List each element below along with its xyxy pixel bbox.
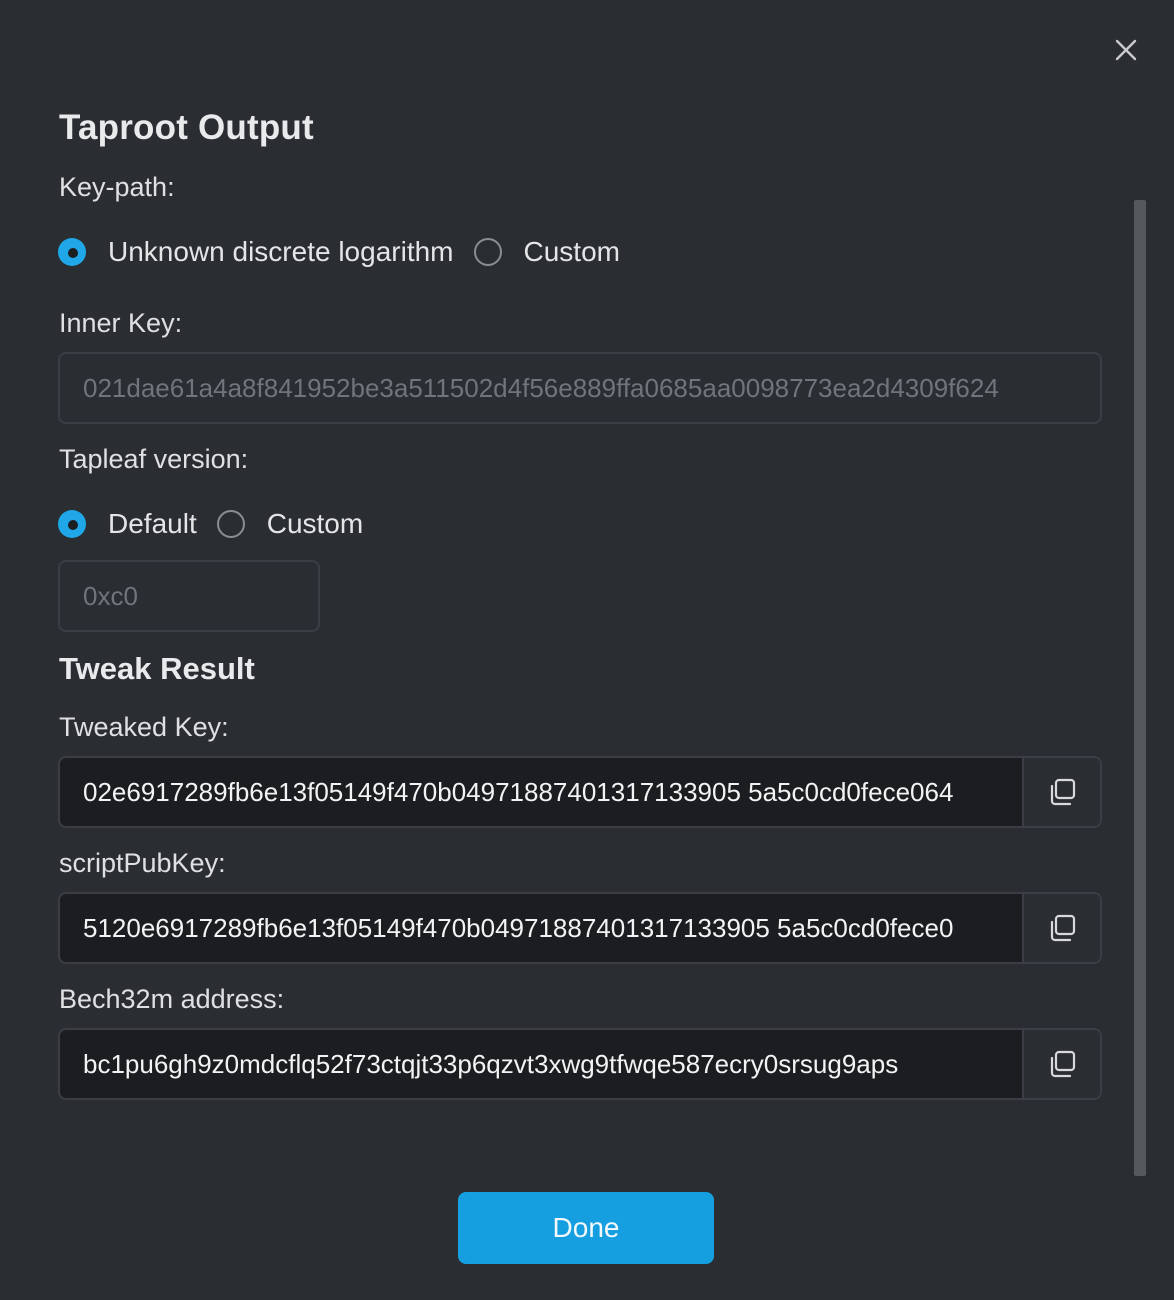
- bech32m-address-value[interactable]: bc1pu6gh9z0mdcflq52f73ctqjt33p6qzvt3xwg9…: [60, 1030, 1022, 1098]
- close-button[interactable]: [1110, 34, 1142, 66]
- copy-icon: [1050, 914, 1076, 942]
- radio-tapleaf-custom[interactable]: Custom: [216, 508, 364, 540]
- inner-key-value: 021dae61a4a8f841952be3a511502d4f56e889ff…: [83, 372, 999, 403]
- key-path-label: Key-path:: [59, 172, 175, 202]
- tapleaf-version-value: 0xc0: [83, 580, 138, 611]
- radio-unchecked-icon: [216, 510, 245, 538]
- radio-unknown-discrete-logarithm[interactable]: Unknown discrete logarithm: [58, 236, 454, 268]
- inner-key-label: Inner Key:: [59, 308, 183, 338]
- copy-tweaked-key-button[interactable]: [1022, 758, 1100, 826]
- radio-checked-icon: [58, 238, 86, 266]
- radio-label: Unknown discrete logarithm: [108, 236, 454, 267]
- tweak-result-title: Tweak Result: [59, 651, 255, 686]
- radio-label: Custom: [523, 236, 620, 267]
- bech32m-address-label: Bech32m address:: [59, 984, 285, 1014]
- script-pub-key-value[interactable]: 5120e6917289fb6e13f05149f470b04971887401…: [60, 894, 1022, 962]
- copy-icon: [1050, 778, 1076, 806]
- key-path-radio-group: Unknown discrete logarithm Custom: [58, 235, 640, 269]
- tweaked-key-field: 02e6917289fb6e13f05149f470b0497188740131…: [58, 756, 1102, 828]
- radio-key-path-custom[interactable]: Custom: [473, 236, 620, 268]
- copy-bech32m-address-button[interactable]: [1022, 1030, 1100, 1098]
- close-icon: [1115, 39, 1137, 61]
- radio-tapleaf-default[interactable]: Default: [58, 508, 197, 540]
- radio-checked-icon: [58, 510, 86, 538]
- script-pub-key-field: 5120e6917289fb6e13f05149f470b04971887401…: [58, 892, 1102, 964]
- inner-key-input[interactable]: 021dae61a4a8f841952be3a511502d4f56e889ff…: [58, 352, 1102, 424]
- radio-unchecked-icon: [473, 238, 502, 266]
- tweaked-key-label: Tweaked Key:: [59, 712, 229, 742]
- radio-label: Custom: [266, 508, 364, 539]
- tapleaf-version-input[interactable]: 0xc0: [58, 560, 320, 632]
- copy-script-pub-key-button[interactable]: [1022, 894, 1100, 962]
- radio-label: Default: [108, 508, 197, 539]
- script-pub-key-label: scriptPubKey:: [59, 848, 226, 878]
- copy-icon: [1050, 1050, 1076, 1078]
- done-button[interactable]: Done: [458, 1192, 714, 1264]
- tapleaf-version-label: Tapleaf version:: [59, 444, 249, 474]
- dialog-title: Taproot Output: [59, 108, 314, 147]
- tapleaf-version-radio-group: Default Custom: [58, 507, 383, 541]
- tweaked-key-value[interactable]: 02e6917289fb6e13f05149f470b0497188740131…: [60, 758, 1022, 826]
- vertical-scrollbar[interactable]: [1134, 200, 1146, 1176]
- bech32m-address-field: bc1pu6gh9z0mdcflq52f73ctqjt33p6qzvt3xwg9…: [58, 1028, 1102, 1100]
